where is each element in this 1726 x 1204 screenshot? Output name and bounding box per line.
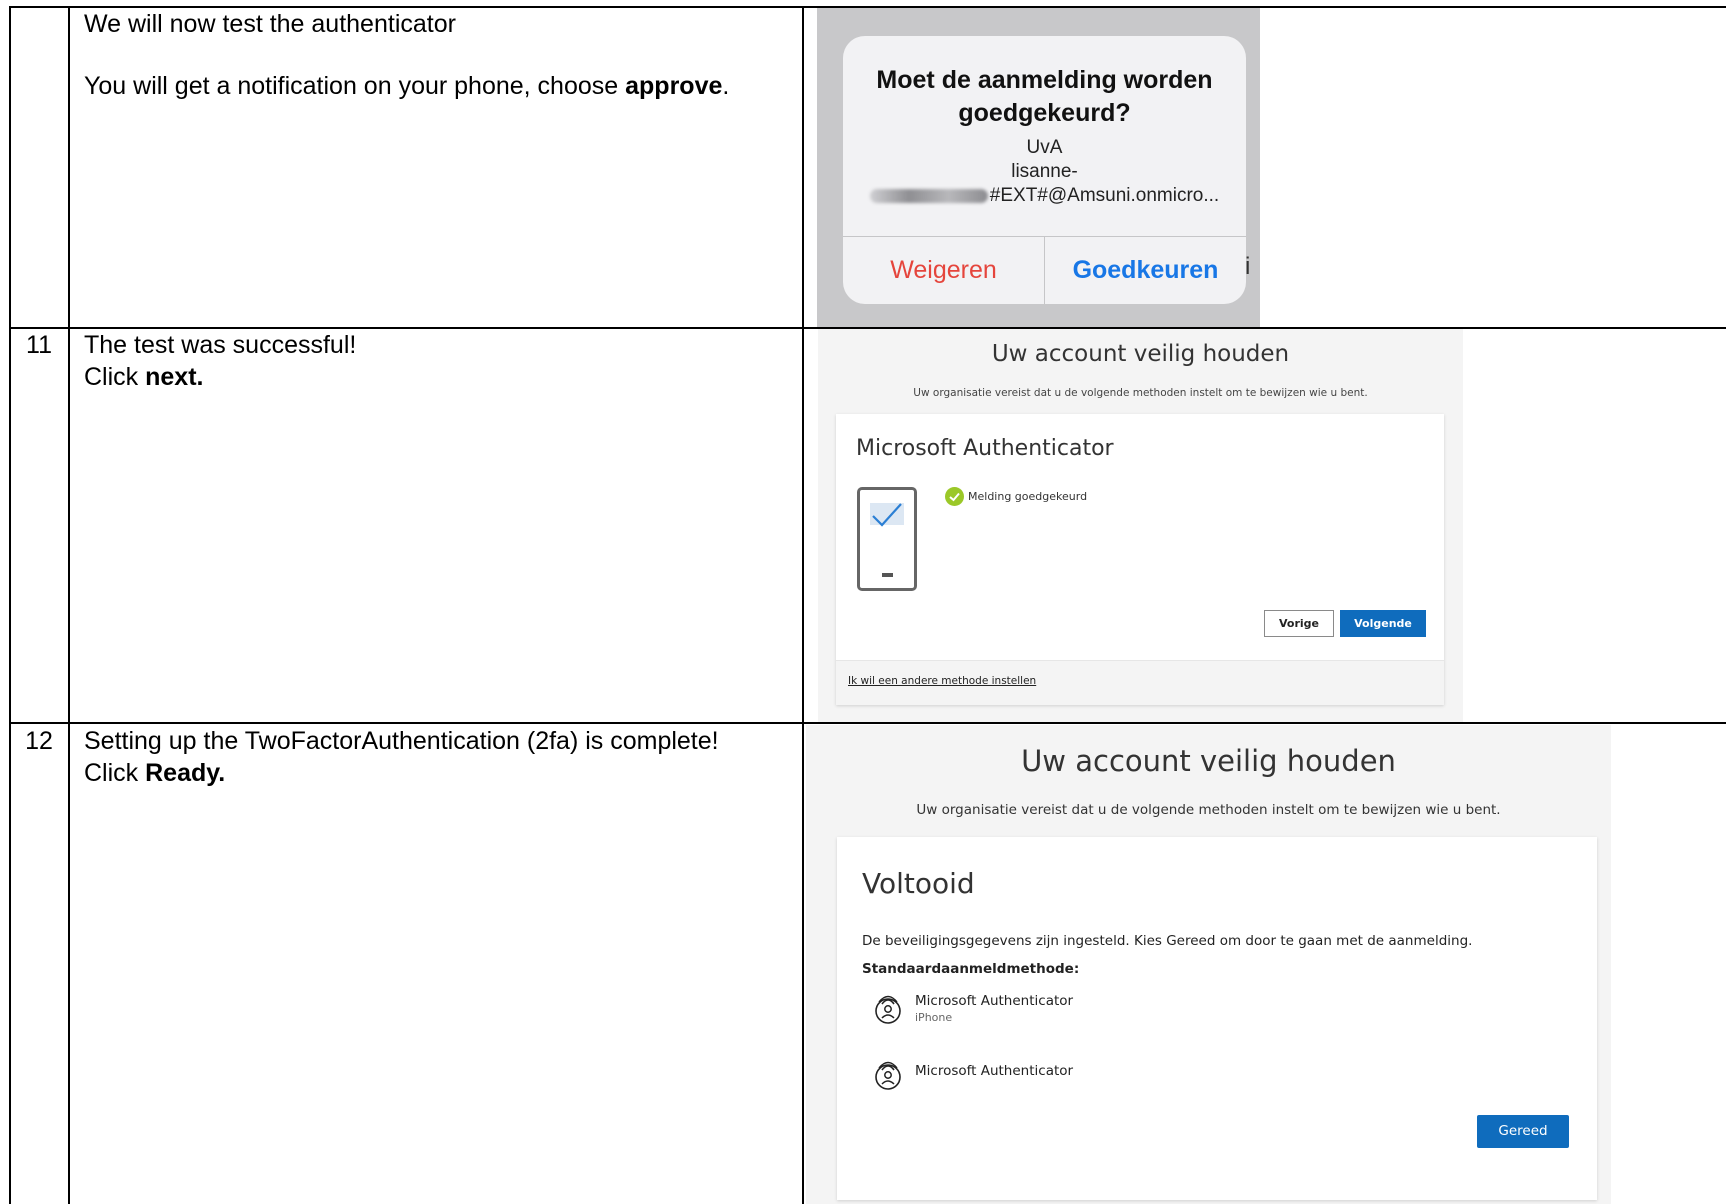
ios-alert-account-line1: lisanne- (1011, 161, 1078, 182)
instruction-line: Setting up the TwoFactorAuthentication (… (84, 727, 719, 755)
phone-check-icon (857, 487, 917, 591)
instruction-cell: Setting up the TwoFactorAuthentication (… (84, 725, 789, 789)
info-icon: i (1245, 253, 1251, 280)
status-row: Melding goedgekeurd (945, 486, 1087, 506)
table-border-row2 (9, 722, 1726, 724)
back-button[interactable]: Vorige (1264, 610, 1334, 637)
method-name: Microsoft Authenticator (915, 993, 1074, 1009)
instruction-cell: We will now test the authenticator You w… (84, 8, 789, 102)
instruction-line: Click next. (84, 363, 204, 391)
ms-done-heading: Uw account veilig houden (1021, 744, 1396, 778)
table-border-middle (802, 7, 804, 1204)
step-number: 12 (25, 727, 53, 755)
ms-test-card-footer: Ik wil een andere methode instellen (836, 660, 1444, 705)
ms-done-description: De beveiligingsgegevens zijn ingesteld. … (862, 933, 1473, 949)
redacted-blur (869, 188, 988, 203)
instruction-line: You will get a notification on your phon… (84, 72, 730, 100)
ios-alert-org: UvA (1026, 137, 1063, 158)
method-detail: iPhone (915, 1011, 953, 1024)
done-button[interactable]: Gereed (1477, 1115, 1569, 1148)
next-button[interactable]: Volgende (1340, 610, 1426, 637)
ms-test-subheading: Uw organisatie vereist dat u de volgende… (913, 387, 1368, 399)
other-method-link[interactable]: Ik wil een andere methode instellen (848, 675, 1036, 687)
ios-alert-title: Moet de aanmelding worden goedgekeurd? (876, 66, 1213, 127)
instruction-line: Click Ready. (84, 759, 226, 787)
status-text: Melding goedgekeurd (968, 489, 1088, 503)
table-border-number-col (68, 7, 70, 1204)
ms-test-card-title: Microsoft Authenticator (856, 436, 1114, 461)
ms-done-screenshot: Uw account veilig houden Uw organisatie … (806, 725, 1611, 1204)
ms-done-card: Voltooid De beveiligingsgegevens zijn in… (837, 837, 1597, 1200)
success-check-icon (945, 486, 964, 506)
ios-alert-account-line2: #EXT#@Amsuni.onmicro... (843, 184, 1246, 208)
method-item: Microsoft Authenticator iPhone (873, 993, 1173, 1033)
method-name: Microsoft Authenticator (915, 1063, 1074, 1079)
ms-test-card: Microsoft Authenticator Melding goedgeke… (836, 414, 1444, 705)
default-method-label: Standaardaanmeldmethode: (862, 961, 1080, 977)
ms-done-subheading: Uw organisatie vereist dat u de volgende… (916, 802, 1501, 818)
ios-alert-dialog: Moet de aanmelding worden goedgekeurd? U… (843, 36, 1246, 304)
table-border-left (9, 7, 11, 1204)
authenticator-icon (875, 995, 901, 1024)
ms-done-card-title: Voltooid (862, 867, 975, 900)
ms-test-screenshot: Uw account veilig houden Uw organisatie … (818, 329, 1463, 722)
deny-button[interactable]: Weigeren (843, 236, 1044, 304)
approve-button[interactable]: Goedkeuren (1045, 236, 1246, 304)
instruction-cell: The test was successful! Click next. (84, 329, 789, 393)
instruction-line: The test was successful! (84, 331, 357, 359)
ms-test-heading: Uw account veilig houden (991, 341, 1290, 367)
step-number: 11 (26, 331, 52, 359)
instruction-line: We will now test the authenticator (84, 10, 456, 38)
method-item: Microsoft Authenticator (873, 1059, 1173, 1099)
authenticator-icon (875, 1061, 901, 1090)
